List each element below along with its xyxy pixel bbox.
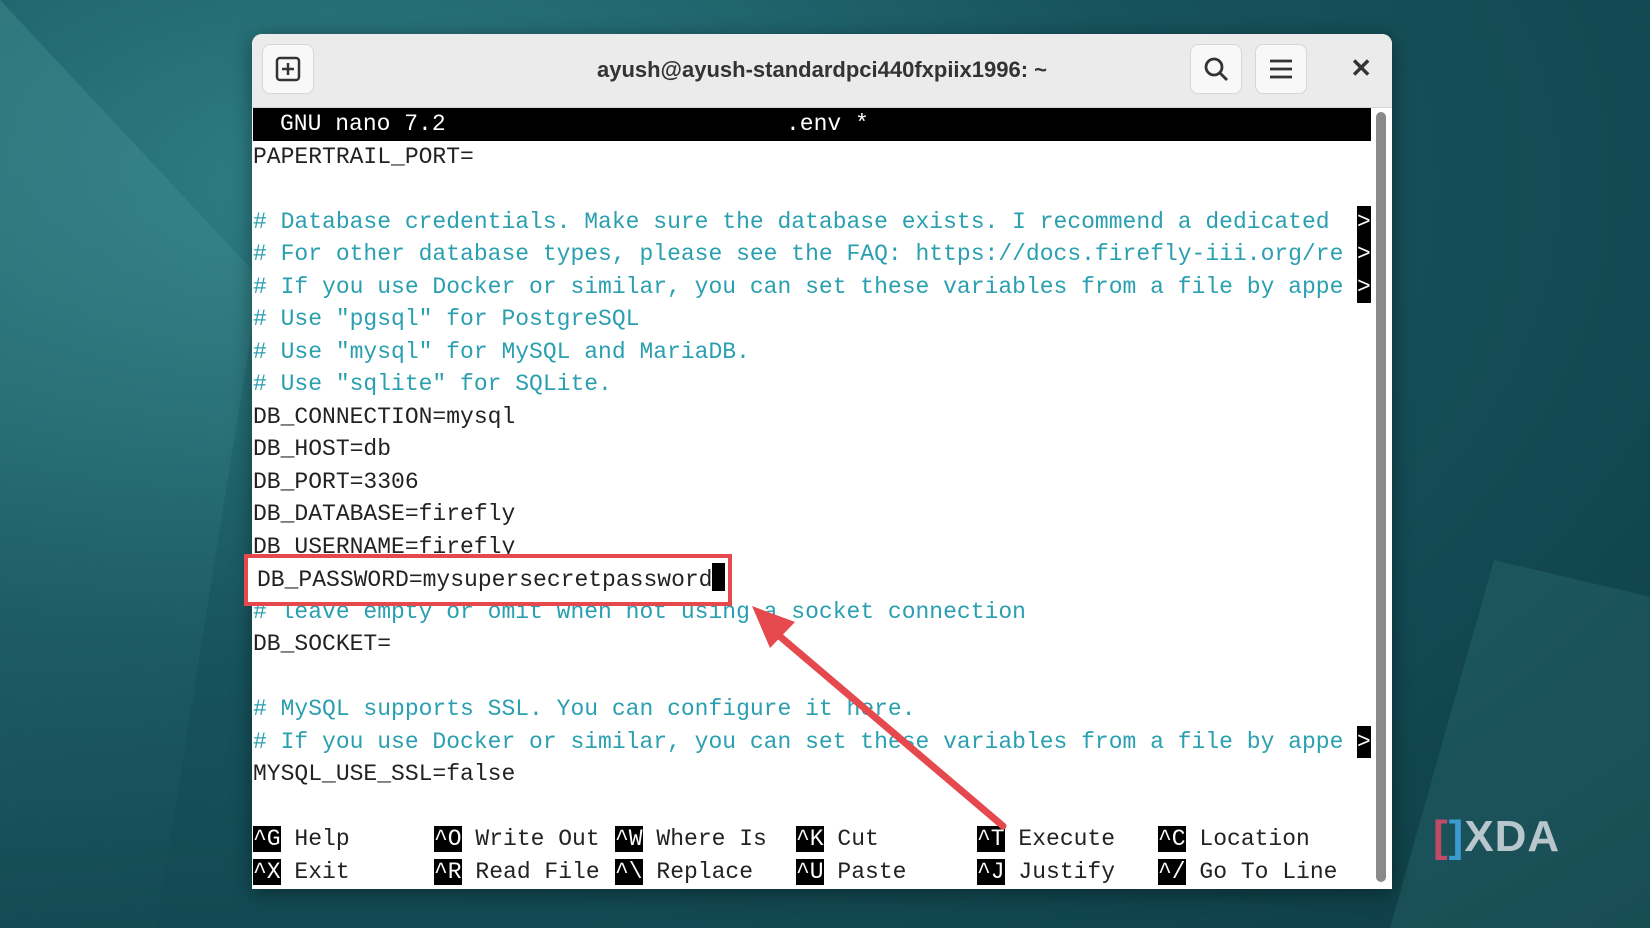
annotation-arrow (752, 606, 1007, 830)
xda-logo: []XDA (1433, 812, 1561, 861)
